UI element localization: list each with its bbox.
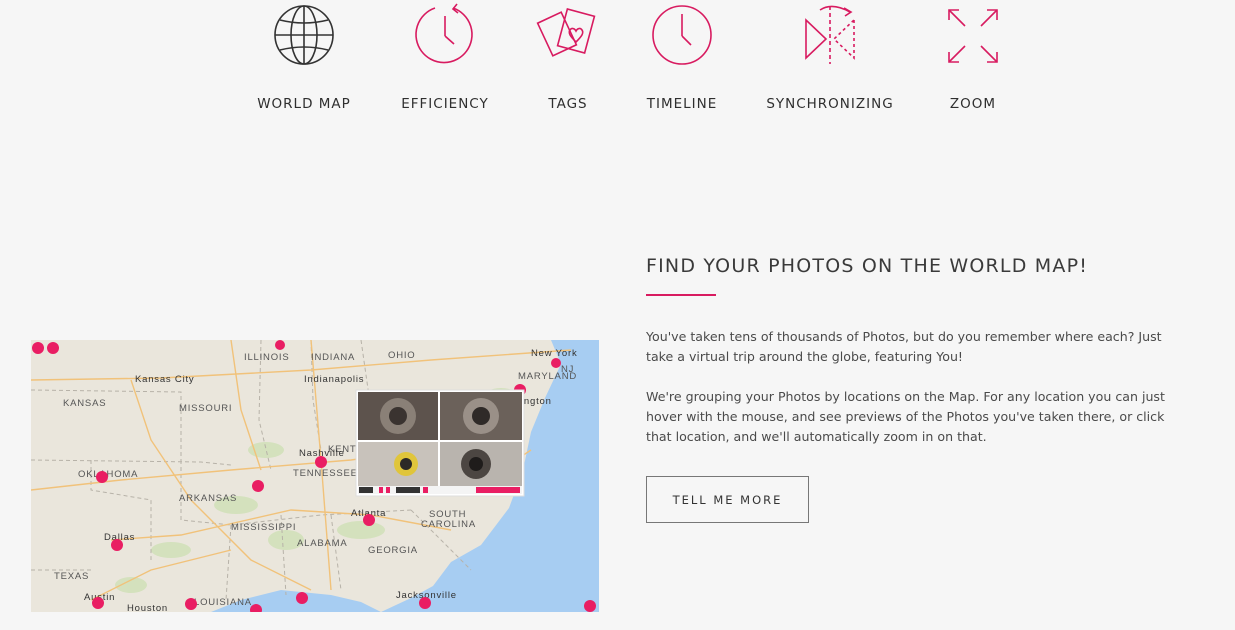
title-underline — [646, 294, 716, 296]
feature-label-timeline: TIMELINE — [646, 96, 718, 112]
tell-me-more-button[interactable]: TELL ME MORE — [646, 476, 809, 523]
globe-icon — [274, 5, 334, 65]
svg-text:TENNESSEE: TENNESSEE — [293, 468, 358, 479]
section-title: FIND YOUR PHOTOS ON THE WORLD MAP! — [646, 255, 1089, 277]
photo-marker — [185, 598, 197, 610]
sync-arrows-icon — [805, 5, 855, 64]
feature-label-world-map: WORLD MAP — [257, 96, 351, 112]
photo-marker — [96, 471, 108, 483]
features-row: WORLD MAP EFFICIENCY TAGS TIMELINE SYNCH… — [0, 0, 1235, 130]
svg-text:ILLINOIS: ILLINOIS — [244, 352, 289, 363]
clock-icon — [652, 5, 712, 65]
svg-text:KANSAS: KANSAS — [63, 398, 106, 409]
svg-text:LOUISIANA: LOUISIANA — [194, 597, 252, 608]
feature-world-map[interactable]: WORLD MAP — [229, 0, 379, 112]
feature-label-synchronizing: SYNCHRONIZING — [766, 96, 894, 112]
photo-marker — [296, 592, 308, 604]
svg-text:CAROLINA: CAROLINA — [421, 519, 476, 530]
svg-text:NJ: NJ — [561, 364, 574, 375]
svg-text:INDIANA: INDIANA — [311, 352, 355, 363]
map-zoom-in-marker — [32, 342, 44, 354]
svg-text:Houston: Houston — [127, 603, 168, 612]
map-graphic: ILLINOIS INDIANA OHIO New York Kansas Ci… — [31, 340, 599, 612]
svg-text:New York: New York — [531, 348, 578, 359]
photo-preview-popup — [355, 389, 525, 497]
svg-text:GEORGIA: GEORGIA — [368, 545, 418, 556]
photo-marker — [584, 600, 596, 612]
heart-cards-icon — [536, 8, 596, 57]
svg-text:OKLAHOMA: OKLAHOMA — [78, 469, 138, 480]
feature-zoom[interactable]: ZOOM — [898, 0, 1048, 112]
photo-marker — [92, 597, 104, 609]
feature-synchronizing[interactable]: SYNCHRONIZING — [755, 0, 905, 112]
map-zoom-out-marker — [47, 342, 59, 354]
feature-label-zoom: ZOOM — [949, 96, 997, 112]
section-paragraph-2: We're grouping your Photos by locations … — [646, 389, 1165, 444]
photo-marker — [363, 514, 375, 526]
svg-text:ARKANSAS: ARKANSAS — [179, 493, 237, 504]
expand-arrows-icon — [948, 9, 998, 63]
svg-text:ALABAMA: ALABAMA — [297, 538, 347, 549]
photo-marker — [315, 456, 327, 468]
photo-marker — [275, 340, 285, 350]
svg-text:ington: ington — [521, 396, 552, 407]
svg-text:TEXAS: TEXAS — [54, 571, 89, 582]
svg-text:MISSISSIPPI: MISSISSIPPI — [231, 522, 296, 533]
world-map-preview[interactable]: ILLINOIS INDIANA OHIO New York Kansas Ci… — [31, 340, 599, 612]
svg-text:Indianapolis: Indianapolis — [304, 374, 364, 385]
section-paragraph-1: You've taken tens of thousands of Photos… — [646, 329, 1162, 364]
photo-marker — [252, 480, 264, 492]
feature-timeline[interactable]: TIMELINE — [607, 0, 757, 112]
photo-marker — [111, 539, 123, 551]
clock-refresh-icon — [415, 3, 473, 64]
svg-text:MISSOURI: MISSOURI — [179, 403, 232, 414]
photo-marker — [419, 597, 431, 609]
svg-text:OHIO: OHIO — [388, 350, 415, 361]
photo-marker — [551, 358, 561, 368]
svg-text:Kansas City: Kansas City — [135, 374, 195, 385]
